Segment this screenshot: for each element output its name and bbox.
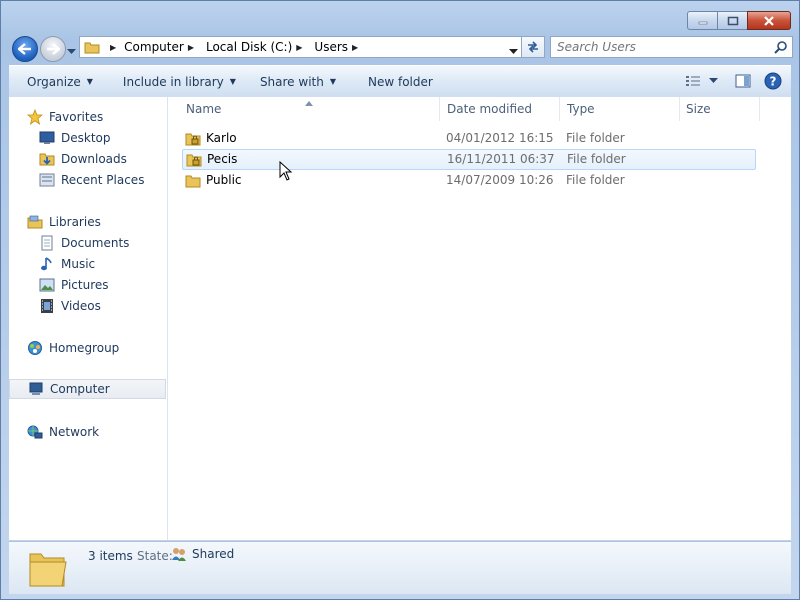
organize-button[interactable]: Organize ▼: [17, 70, 103, 94]
chevron-down-icon: ▼: [86, 77, 93, 86]
locked-folder-icon: [185, 131, 201, 150]
help-button[interactable]: ?: [761, 69, 785, 93]
change-view-button[interactable]: [681, 69, 721, 93]
forward-button[interactable]: [40, 36, 66, 62]
help-icon: ?: [764, 72, 782, 90]
svg-text:?: ?: [770, 75, 777, 89]
star-icon: [27, 109, 43, 125]
downloads-icon: [39, 151, 55, 167]
homegroup-icon: [27, 340, 43, 356]
shared-users-icon: [172, 548, 186, 561]
refresh-button[interactable]: [521, 36, 545, 58]
close-icon: [764, 15, 774, 26]
preview-pane-button[interactable]: [731, 69, 755, 93]
explorer-window: ▶ Computer ▶ Local Disk (C:) ▶ Users ▶ S…: [0, 0, 800, 600]
maximize-icon: [727, 16, 738, 25]
nav-desktop[interactable]: Desktop: [39, 128, 111, 148]
desktop-icon: [39, 130, 55, 146]
nav-documents[interactable]: Documents: [39, 233, 129, 253]
maximize-button[interactable]: [717, 11, 747, 30]
new-folder-button[interactable]: New folder: [358, 70, 443, 94]
nav-network[interactable]: Network: [27, 422, 99, 442]
locked-folder-icon: [186, 152, 202, 171]
recent-places-icon: [39, 172, 55, 188]
breadcrumb-computer[interactable]: Computer ▶: [124, 40, 202, 54]
nav-downloads[interactable]: Downloads: [39, 149, 127, 169]
navigation-row: ▶ Computer ▶ Local Disk (C:) ▶ Users ▶: [9, 35, 793, 62]
address-dropdown[interactable]: [509, 44, 518, 58]
nav-homegroup[interactable]: Homegroup: [27, 338, 119, 358]
details-pane: 3 items State: Shared: [9, 541, 791, 594]
item-count: 3 items: [88, 549, 133, 563]
videos-icon: [39, 298, 55, 314]
chevron-down-icon: [509, 49, 518, 54]
back-arrow-icon: [18, 43, 31, 55]
refresh-icon: [528, 41, 538, 53]
network-icon: [27, 424, 43, 440]
address-bar[interactable]: ▶ Computer ▶ Local Disk (C:) ▶ Users ▶: [79, 36, 525, 58]
nav-computer[interactable]: Computer: [9, 379, 166, 399]
column-divider[interactable]: [559, 97, 560, 121]
state-value: Shared: [171, 546, 234, 562]
nav-videos[interactable]: Videos: [39, 296, 101, 316]
column-divider[interactable]: [759, 97, 760, 121]
breadcrumb-local-disk[interactable]: Local Disk (C:) ▶: [206, 40, 310, 54]
minimize-icon: [698, 21, 707, 24]
chevron-down-icon: [708, 78, 718, 83]
address-root-arrow[interactable]: ▶: [106, 43, 124, 52]
file-row-karlo[interactable]: Karlo 04/01/2012 16:15 File folder: [182, 129, 756, 149]
documents-icon: [39, 235, 55, 251]
minimize-button[interactable]: [687, 11, 717, 30]
recent-pages-dropdown[interactable]: [67, 44, 76, 58]
file-list-pane: Name Date modified Type Size Karlo 04/01…: [168, 97, 791, 540]
music-icon: [39, 256, 55, 272]
search-box: [550, 36, 793, 58]
search-input[interactable]: [551, 37, 763, 57]
chevron-down-icon: [67, 49, 76, 54]
preview-pane-icon: [735, 74, 751, 88]
column-divider[interactable]: [679, 97, 680, 121]
chevron-down-icon: ▼: [229, 77, 236, 86]
column-header-size[interactable]: Size: [686, 97, 758, 121]
caption-buttons: [687, 11, 791, 30]
nav-favorites[interactable]: Favorites: [27, 107, 103, 127]
column-header-date-modified[interactable]: Date modified: [447, 97, 559, 121]
nav-recent-places[interactable]: Recent Places: [39, 170, 144, 190]
file-row-public[interactable]: Public 14/07/2009 10:26 File folder: [182, 171, 756, 191]
folder-icon: [185, 173, 201, 192]
details-view-icon: [685, 76, 700, 86]
include-in-library-button[interactable]: Include in library ▼: [113, 70, 246, 94]
share-with-button[interactable]: Share with ▼: [250, 70, 346, 94]
view-controls: ?: [675, 69, 785, 93]
back-button[interactable]: [12, 36, 38, 62]
state-label: State:: [137, 549, 173, 563]
breadcrumb-users[interactable]: Users ▶: [314, 40, 366, 54]
computer-icon: [28, 381, 44, 397]
pictures-icon: [39, 277, 55, 293]
forward-arrow-icon: [47, 43, 60, 55]
mouse-cursor-icon: [279, 160, 293, 184]
command-bar: Organize ▼ Include in library ▼ Share with…: [9, 65, 791, 98]
folder-large-icon: [27, 546, 69, 593]
content-area: Favorites Desktop Downloads Recent Place…: [9, 97, 791, 540]
nav-pictures[interactable]: Pictures: [39, 275, 109, 295]
nav-music[interactable]: Music: [39, 254, 95, 274]
search-icon[interactable]: [774, 40, 788, 57]
column-header-type[interactable]: Type: [567, 97, 679, 121]
folder-icon: [84, 40, 100, 54]
file-row-pecis[interactable]: Pecis 16/11/2011 06:37 File folder: [182, 149, 756, 170]
libraries-icon: [27, 214, 43, 230]
nav-libraries[interactable]: Libraries: [27, 212, 101, 232]
chevron-down-icon: ▼: [329, 77, 336, 86]
navigation-pane: Favorites Desktop Downloads Recent Place…: [9, 97, 168, 540]
sort-ascending-icon: [305, 95, 313, 109]
column-divider[interactable]: [439, 97, 440, 121]
close-button[interactable]: [747, 11, 791, 30]
